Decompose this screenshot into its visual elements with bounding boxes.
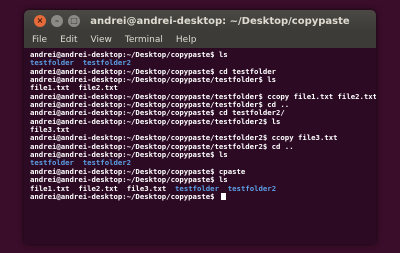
title-bar[interactable]: × – □ andrei@andrei-desktop: ~/Desktop/c…: [24, 10, 376, 32]
cursor-block: [220, 192, 226, 200]
menu-help[interactable]: Help: [176, 35, 197, 45]
shell-command: cd ..: [267, 141, 294, 151]
close-button[interactable]: ×: [34, 15, 46, 27]
terminal-line: andrei@andrei-desktop:~/Desktop/copypast…: [30, 116, 370, 126]
shell-command: ls: [262, 75, 277, 85]
window-controls: × – □: [34, 15, 80, 27]
menu-view[interactable]: View: [91, 35, 112, 45]
shell-command: ls: [214, 50, 228, 59]
shell-command: ls: [267, 116, 281, 126]
maximize-button[interactable]: □: [68, 15, 80, 27]
shell-prompt: andrei@andrei-desktop:~/Desktop/copypast…: [30, 191, 215, 201]
menu-terminal[interactable]: Terminal: [125, 35, 163, 45]
minimize-button[interactable]: –: [51, 15, 63, 27]
directory-entry: testfolder2: [227, 183, 277, 193]
menu-edit[interactable]: Edit: [60, 35, 77, 45]
menu-bar: File Edit View Terminal Help: [24, 32, 376, 48]
shell-command: ls: [214, 150, 228, 160]
terminal-window: × – □ andrei@andrei-desktop: ~/Desktop/c…: [24, 10, 376, 244]
terminal-line: andrei@andrei-desktop:~/Desktop/copypast…: [30, 191, 370, 201]
menu-file[interactable]: File: [32, 35, 47, 45]
terminal-output[interactable]: andrei@andrei-desktop:~/Desktop/copypast…: [24, 48, 376, 244]
